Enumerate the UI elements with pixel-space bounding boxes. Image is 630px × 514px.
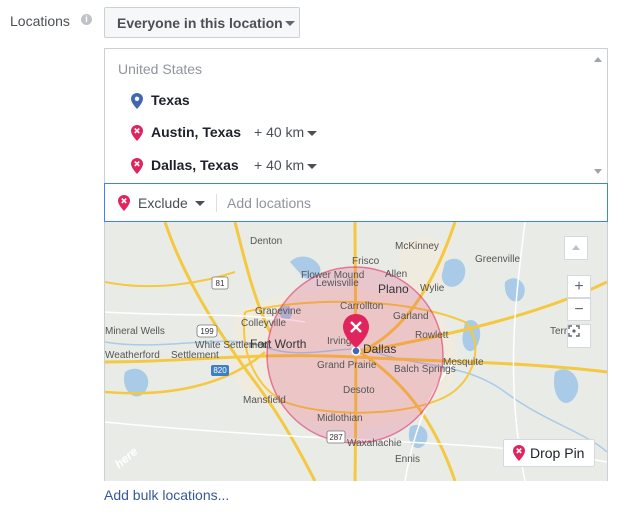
map-label-ennis: Ennis: [395, 454, 420, 465]
map-label-colleyville: Colleyville: [241, 318, 286, 329]
fullscreen-icon: [568, 325, 580, 337]
highway-shield-820: 820: [213, 366, 227, 375]
highway-shield-287: 287: [329, 433, 343, 442]
exclude-mode-dropdown[interactable]: Exclude: [138, 195, 188, 211]
map-label-waxahachie: Waxahachie: [347, 438, 402, 449]
country-heading: United States: [118, 61, 203, 77]
chevron-down-icon[interactable]: [195, 201, 205, 206]
drop-pin-label: Drop Pin: [530, 445, 585, 461]
map-label-balch-springs: Balch Springs: [394, 364, 456, 375]
divider: [216, 194, 217, 212]
map-label-plano: Plano: [378, 282, 409, 296]
drop-pin-button[interactable]: Drop Pin: [503, 439, 595, 467]
map-label-weatherford: Weatherford: [105, 350, 160, 361]
audience-dropdown[interactable]: Everyone in this location: [104, 7, 300, 38]
map-label-settlement: Settlement: [171, 350, 219, 361]
highway-shield-199: 199: [200, 327, 214, 336]
chevron-down-icon: [285, 21, 295, 26]
map-label-mckinney: McKinney: [395, 241, 439, 252]
red-location-pin-icon: [131, 125, 143, 141]
radius-value: + 40 km: [254, 124, 305, 140]
info-icon[interactable]: i: [81, 14, 92, 25]
chevron-down-icon[interactable]: [307, 164, 317, 169]
locations-panel: United States Texas Austin, Texas + 40 k…: [104, 48, 608, 481]
add-bulk-locations-link[interactable]: Add bulk locations...: [104, 487, 229, 503]
map-label-greenville: Greenville: [475, 254, 520, 265]
fullscreen-button[interactable]: [567, 324, 591, 348]
exclude-bar: Exclude: [104, 183, 608, 222]
map-label-carrollton: Carrollton: [340, 301, 383, 312]
map-label-garland: Garland: [393, 311, 429, 322]
list-scrollbar[interactable]: [589, 49, 607, 183]
map-label-frisco: Frisco: [352, 256, 380, 267]
radius-value: + 40 km: [254, 157, 305, 173]
radius-selector[interactable]: + 40 km: [254, 157, 304, 173]
radius-selector[interactable]: + 40 km: [254, 124, 304, 140]
map-label-wylie: Wylie: [420, 283, 445, 294]
map-label-mineral-wells: Mineral Wells: [105, 326, 165, 337]
map-label-allen: Allen: [385, 269, 407, 280]
red-location-pin-icon: [513, 445, 525, 461]
red-location-pin-icon: [131, 158, 143, 174]
location-name: Texas: [151, 92, 190, 108]
map-label-rowlett: Rowlett: [415, 330, 449, 341]
chevron-down-icon[interactable]: [307, 131, 317, 136]
locations-label: Locations: [10, 13, 70, 29]
selected-locations-list: United States Texas Austin, Texas + 40 k…: [105, 49, 607, 183]
map-label-dallas: Dallas: [363, 342, 396, 356]
highway-shield-81: 81: [216, 279, 225, 288]
zoom-out-button[interactable]: −: [567, 298, 591, 321]
map-label-mansfield: Mansfield: [243, 395, 286, 406]
map-label-grand-prairie: Grand Prairie: [317, 360, 377, 371]
map-label-grapevine: Grapevine: [255, 306, 302, 317]
map[interactable]: Denton McKinney Frisco Greenville Allen …: [105, 222, 607, 481]
map-recenter-button[interactable]: [564, 236, 588, 260]
map-label-lewisville: Lewisville: [316, 278, 359, 289]
location-name: Dallas, Texas: [151, 157, 239, 173]
chevron-up-icon: [572, 244, 580, 250]
location-name: Austin, Texas: [151, 124, 241, 140]
blue-location-pin-icon: [131, 93, 143, 109]
add-locations-input[interactable]: [227, 192, 587, 214]
audience-dropdown-label: Everyone in this location: [117, 15, 283, 31]
zoom-in-button[interactable]: +: [567, 275, 591, 298]
scroll-up-arrow-icon[interactable]: [594, 57, 602, 62]
red-location-pin-icon: [118, 195, 130, 211]
map-label-denton: Denton: [250, 236, 282, 247]
map-label-desoto: Desoto: [343, 385, 375, 396]
scroll-down-arrow-icon[interactable]: [594, 169, 602, 174]
map-label-midlothian: Midlothian: [317, 413, 363, 424]
